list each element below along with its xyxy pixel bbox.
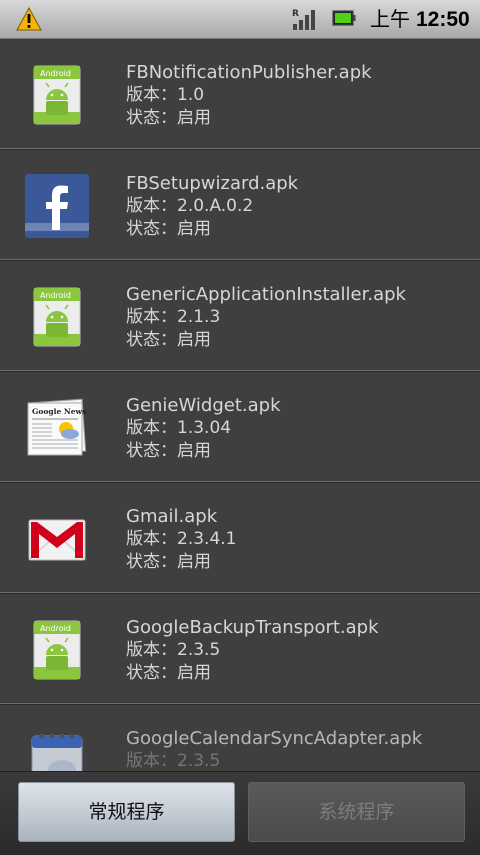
- app-name: FBNotificationPublisher.apk: [126, 62, 372, 83]
- clock-ampm: 上午: [370, 7, 410, 31]
- signal-roaming-icon: R: [292, 9, 315, 30]
- app-status: 状态：启用: [126, 552, 211, 572]
- app-list-item[interactable]: Android GoogleBackupTransport.apk 版本：2.3…: [0, 594, 480, 704]
- app-status: 状态：启用: [126, 441, 211, 461]
- android-package-icon: Android: [24, 62, 90, 128]
- app-version: 版本：2.3.4.1: [126, 529, 237, 549]
- app-name: Gmail.apk: [126, 506, 218, 527]
- app-name: GenericApplicationInstaller.apk: [126, 284, 406, 305]
- app-list[interactable]: Android FBNotificationPublisher.apk 版本：1…: [0, 39, 480, 771]
- facebook-icon: [24, 173, 90, 239]
- svg-text:Android: Android: [40, 624, 71, 633]
- svg-text:R: R: [292, 9, 299, 19]
- app-list-item[interactable]: FBSetupwizard.apk 版本：2.0.A.0.2 状态：启用: [0, 150, 480, 260]
- google-news-icon: Google News: [24, 395, 90, 461]
- warning-triangle-icon[interactable]: [16, 7, 42, 31]
- app-list-item[interactable]: Google News GenieWidget.apk 版本：1.3.04 状态…: [0, 372, 480, 482]
- app-version: 版本：2.3.5: [126, 751, 221, 771]
- svg-text:Android: Android: [40, 69, 71, 78]
- app-status: 状态：启用: [126, 219, 211, 239]
- android-package-icon: Android: [24, 284, 90, 350]
- svg-text:Google News: Google News: [32, 407, 86, 416]
- app-version: 版本：2.1.3: [126, 307, 221, 327]
- app-status: 状态：启用: [126, 663, 211, 683]
- regular-programs-button[interactable]: 常规程序: [18, 782, 235, 842]
- app-version: 版本：2.0.A.0.2: [126, 196, 254, 216]
- svg-text:Android: Android: [40, 291, 71, 300]
- app-list-item[interactable]: GoogleCalendarSyncAdapter.apk 版本：2.3.5: [0, 705, 480, 771]
- calendar-icon: [24, 728, 90, 771]
- system-programs-button[interactable]: 系统程序: [248, 782, 465, 842]
- app-name: GoogleCalendarSyncAdapter.apk: [126, 728, 423, 749]
- bottom-bar: 常规程序 系统程序: [0, 771, 480, 855]
- app-name: GoogleBackupTransport.apk: [126, 617, 379, 638]
- app-name: GenieWidget.apk: [126, 395, 281, 416]
- app-status: 状态：启用: [126, 108, 211, 128]
- battery-icon: [332, 10, 356, 26]
- gmail-icon: [24, 506, 90, 572]
- status-clock: 上午 12:50: [370, 4, 470, 34]
- app-version: 版本：2.3.5: [126, 640, 221, 660]
- android-package-icon: Android: [24, 617, 90, 683]
- app-list-item[interactable]: Android FBNotificationPublisher.apk 版本：1…: [0, 39, 480, 149]
- clock-time: 12:50: [416, 8, 470, 31]
- app-version: 版本：1.0: [126, 85, 205, 105]
- app-list-item[interactable]: Android GenericApplicationInstaller.apk …: [0, 261, 480, 371]
- status-bar: R 上午 12:50: [0, 0, 480, 39]
- app-version: 版本：1.3.04: [126, 418, 232, 438]
- app-list-item[interactable]: Gmail.apk 版本：2.3.4.1 状态：启用: [0, 483, 480, 593]
- app-name: FBSetupwizard.apk: [126, 173, 299, 194]
- app-status: 状态：启用: [126, 330, 211, 350]
